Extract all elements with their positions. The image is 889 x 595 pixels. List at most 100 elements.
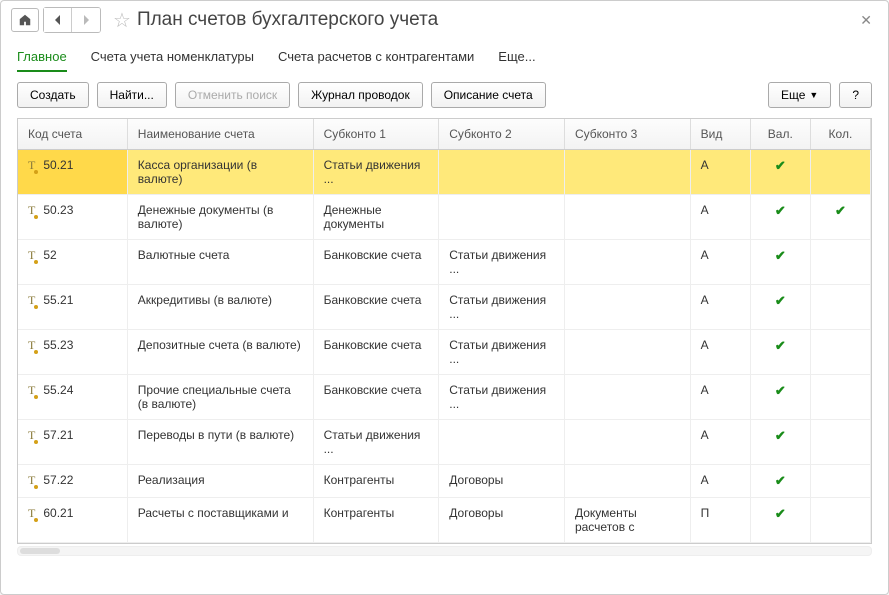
- cell-sub1: Статьи движения ...: [313, 150, 439, 195]
- cell-qty: [810, 498, 870, 543]
- table-row[interactable]: T57.22РеализацияКонтрагентыДоговорыА✔: [18, 465, 871, 498]
- col-header-sub2[interactable]: Субконто 2: [439, 119, 565, 150]
- table-row[interactable]: T55.24Прочие специальные счета (в валюте…: [18, 375, 871, 420]
- cell-code: 55.21: [43, 293, 73, 307]
- tab-2[interactable]: Счета расчетов с контрагентами: [278, 43, 474, 72]
- check-icon: ✔: [775, 338, 786, 353]
- cell-kind: А: [690, 285, 750, 330]
- cell-kind: П: [690, 498, 750, 543]
- journal-button[interactable]: Журнал проводок: [298, 82, 423, 108]
- find-button[interactable]: Найти...: [97, 82, 167, 108]
- cell-code: 57.21: [43, 428, 73, 442]
- cell-name: Валютные счета: [127, 240, 313, 285]
- tab-1[interactable]: Счета учета номенклатуры: [91, 43, 254, 72]
- cell-code: 55.24: [43, 383, 73, 397]
- check-icon: ✔: [775, 248, 786, 263]
- scrollbar-thumb[interactable]: [20, 548, 60, 554]
- account-icon: T: [28, 203, 35, 218]
- tab-bar: Главное Счета учета номенклатуры Счета рас…: [1, 35, 888, 72]
- col-header-qty[interactable]: Кол.: [810, 119, 870, 150]
- col-header-sub1[interactable]: Субконто 1: [313, 119, 439, 150]
- table-row[interactable]: T57.21Переводы в пути (в валюте)Статьи д…: [18, 420, 871, 465]
- cell-sub3: [564, 240, 690, 285]
- cell-code: 60.21: [43, 506, 73, 520]
- horizontal-scrollbar[interactable]: [17, 546, 872, 556]
- cell-name: Аккредитивы (в валюте): [127, 285, 313, 330]
- table-row[interactable]: T50.23Денежные документы (в валюте)Денеж…: [18, 195, 871, 240]
- cell-code: 50.21: [43, 158, 73, 172]
- col-header-kind[interactable]: Вид: [690, 119, 750, 150]
- check-icon: ✔: [775, 473, 786, 488]
- cell-qty: ✔: [810, 195, 870, 240]
- cell-sub1: Статьи движения ...: [313, 420, 439, 465]
- cell-sub3: [564, 465, 690, 498]
- close-button[interactable]: ✕: [854, 12, 878, 29]
- create-button[interactable]: Создать: [17, 82, 89, 108]
- accounts-table: Код счета Наименование счета Субконто 1 …: [18, 119, 871, 543]
- account-icon: T: [28, 158, 35, 173]
- account-icon: T: [28, 293, 35, 308]
- forward-button[interactable]: [72, 8, 100, 32]
- cell-code: 52: [43, 248, 56, 262]
- cell-qty: [810, 240, 870, 285]
- cell-val: ✔: [750, 330, 810, 375]
- table-row[interactable]: T52Валютные счетаБанковские счетаСтатьи …: [18, 240, 871, 285]
- cell-sub3: [564, 420, 690, 465]
- account-icon: T: [28, 248, 35, 263]
- cell-name: Депозитные счета (в валюте): [127, 330, 313, 375]
- cell-kind: А: [690, 240, 750, 285]
- col-header-val[interactable]: Вал.: [750, 119, 810, 150]
- cell-kind: А: [690, 195, 750, 240]
- cell-kind: А: [690, 330, 750, 375]
- cell-name: Реализация: [127, 465, 313, 498]
- table-row[interactable]: T 50.21 Касса организации (в валюте)Статьи…: [18, 150, 871, 195]
- tab-0[interactable]: Главное: [17, 43, 67, 72]
- favorite-star-icon[interactable]: ☆: [113, 8, 131, 33]
- table-row[interactable]: T55.23Депозитные счета (в валюте)Банковс…: [18, 330, 871, 375]
- col-header-sub3[interactable]: Субконто 3: [564, 119, 690, 150]
- toolbar: Создать Найти... Отменить поиск Журнал п…: [1, 72, 888, 118]
- cell-val: ✔: [750, 420, 810, 465]
- tab-3[interactable]: Еще...: [498, 43, 535, 72]
- col-header-name[interactable]: Наименование счета: [127, 119, 313, 150]
- page-title: План счетов бухгалтерского учета: [137, 9, 438, 31]
- table-row[interactable]: T55.21Аккредитивы (в валюте)Банковские с…: [18, 285, 871, 330]
- cell-name: Расчеты с поставщиками и: [127, 498, 313, 543]
- table-header-row: Код счета Наименование счета Субконто 1 …: [18, 119, 871, 150]
- cell-sub1: Денежные документы: [313, 195, 439, 240]
- cell-qty: [810, 330, 870, 375]
- cell-name: Денежные документы (в валюте): [127, 195, 313, 240]
- cell-val: ✔: [750, 465, 810, 498]
- cell-sub3: [564, 285, 690, 330]
- cell-sub2: Договоры: [439, 498, 565, 543]
- cell-kind: А: [690, 150, 750, 195]
- cell-sub1: Банковские счета: [313, 375, 439, 420]
- cell-name: Прочие специальные счета (в валюте): [127, 375, 313, 420]
- table-row[interactable]: T60.21Расчеты с поставщиками иКонтрагент…: [18, 498, 871, 543]
- cell-val: ✔: [750, 150, 810, 195]
- cell-val: ✔: [750, 498, 810, 543]
- cancel-search-button: Отменить поиск: [175, 82, 290, 108]
- chevron-down-icon: ▼: [809, 90, 818, 100]
- cell-sub2: Статьи движения ...: [439, 285, 565, 330]
- cell-kind: А: [690, 375, 750, 420]
- account-icon: T: [28, 428, 35, 443]
- more-button[interactable]: Еще▼: [768, 82, 831, 108]
- cell-sub3: Документы расчетов с: [564, 498, 690, 543]
- check-icon: ✔: [775, 383, 786, 398]
- cell-sub2: [439, 195, 565, 240]
- cell-sub1: Банковские счета: [313, 330, 439, 375]
- cell-sub3: [564, 195, 690, 240]
- home-button[interactable]: [11, 8, 39, 32]
- account-icon: T: [28, 473, 35, 488]
- col-header-code[interactable]: Код счета: [18, 119, 127, 150]
- cell-name: Касса организации (в валюте): [127, 150, 313, 195]
- help-button[interactable]: ?: [839, 82, 872, 108]
- cell-qty: [810, 465, 870, 498]
- description-button[interactable]: Описание счета: [431, 82, 546, 108]
- back-button[interactable]: [44, 8, 72, 32]
- cell-sub1: Контрагенты: [313, 498, 439, 543]
- cell-qty: [810, 375, 870, 420]
- cell-sub3: [564, 330, 690, 375]
- cell-sub2: [439, 420, 565, 465]
